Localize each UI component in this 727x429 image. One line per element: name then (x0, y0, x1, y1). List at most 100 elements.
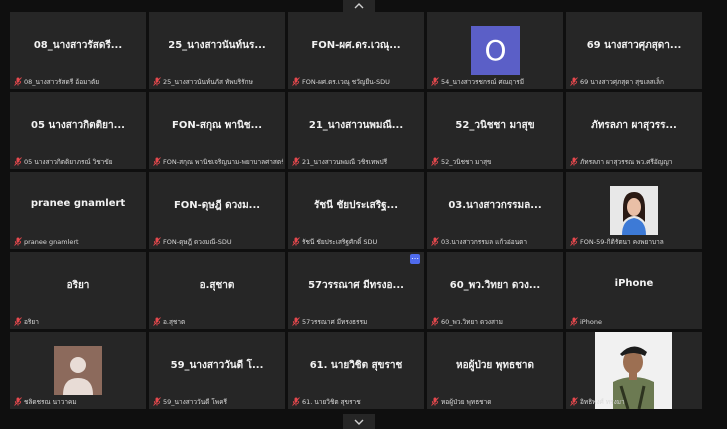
tile-footer: 25_นางสาวนันท์นภัส ทัพบริรักษ (153, 76, 283, 87)
participant-tile[interactable]: 60_พว.วิทยา ดวง... 60_พว.วิทยา ดวงสาม (427, 252, 563, 329)
participant-tile[interactable]: 52_วนิชชา มาสุข 52_วนิชชา มาสุข (427, 92, 563, 169)
mic-off-icon (153, 157, 161, 166)
tile-footer: 05 นางสาวกิตติยาภรณ์ วิชาขัย (14, 156, 144, 167)
participant-tile[interactable]: 03.นางสาวกรรมล... 03.นางสาวกรรมล แก้วอ่อน… (427, 172, 563, 249)
participant-tile[interactable]: FON-สกุณ พานิช... FON-สกุณ พานิชเจริญนาม-… (149, 92, 285, 169)
more-options-button[interactable]: ⋯ (410, 254, 420, 264)
tile-footer: อริยา (14, 316, 144, 327)
participant-tile[interactable]: 69 นางสาวศุภสุดา... 69 นางสาวศุภสุดา สุขเ… (566, 12, 702, 89)
participant-tile[interactable]: 05 นางสาวกิตติยา... 05 นางสาวกิตติยาภรณ์ … (10, 92, 146, 169)
mic-off-icon (153, 317, 161, 326)
chevron-down-icon (354, 419, 364, 425)
mic-off-icon (570, 77, 578, 86)
tile-footer: FON-ผศ.ดร.เวณุ ชวัญยืน-SDU (292, 76, 422, 87)
participant-label: FON-59-กิติรัตนา คงพยาบาล (580, 237, 664, 246)
tile-footer: iPhone (570, 316, 700, 327)
participant-name: อริยา (66, 280, 90, 291)
participant-tile[interactable]: ชลิดชรณ นาวาคม (10, 332, 146, 409)
tile-footer: 59_นางสาววันดี โพครี (153, 396, 283, 407)
avatar-initial: O (471, 26, 520, 75)
participant-tile[interactable]: รัชนี ชัยประเสริฐ... รัชนี ชัยประเสริฐศัก… (288, 172, 424, 249)
mic-off-icon (14, 397, 22, 406)
mic-off-icon (292, 237, 300, 246)
participant-name: รัชนี ชัยประเสริฐ... (313, 200, 399, 211)
mic-off-icon (153, 237, 161, 246)
participant-tile[interactable]: FON-59-กิติรัตนา คงพยาบาล (566, 172, 702, 249)
participant-tile[interactable]: O 54_นางสาวรชกรณ์ ศณฤารมี (427, 12, 563, 89)
tile-footer: 21_นางสาวนพมณี วชิรเทพปรี (292, 156, 422, 167)
participant-tile[interactable]: หอผู้ป่วย พุทธชาด หอผู้ป่วย พุทธชาด (427, 332, 563, 409)
participant-name: 08_นางสาวรัสดรี... (33, 40, 123, 51)
tile-footer: 69 นางสาวศุภสุดา สุขเลสเล็ก (570, 76, 700, 87)
participant-label: อิทธิพงศ์ ทรงมา (580, 397, 625, 406)
participant-label: 52_วนิชชา มาสุข (441, 157, 492, 166)
scroll-down-button[interactable] (343, 414, 375, 429)
participant-tile[interactable]: pranee gnamlert pranee gnamlert (10, 172, 146, 249)
participant-tile[interactable]: FON-ผศ.ดร.เวณุ... FON-ผศ.ดร.เวณุ ชวัญยืน-… (288, 12, 424, 89)
participant-label: ชลิดชรณ นาวาคม (24, 397, 77, 406)
participant-tile[interactable]: อิทธิพงศ์ ทรงมา (566, 332, 702, 409)
tile-footer: FON-59-กิติรัตนา คงพยาบาล (570, 236, 700, 247)
tile-footer: 61. นายวิชิต สุขราช (292, 396, 422, 407)
mic-off-icon (292, 157, 300, 166)
participant-label: อ.สุชาต (163, 317, 186, 326)
tile-footer: รัชนี ชัยประเสริฐศักดิ์ SDU (292, 236, 422, 247)
participant-name: 05 นางสาวกิตติยา... (31, 120, 125, 131)
mic-off-icon (570, 157, 578, 166)
tile-footer: 60_พว.วิทยา ดวงสาม (431, 316, 561, 327)
mic-off-icon (570, 397, 578, 406)
scroll-up-button[interactable] (343, 0, 375, 12)
participant-name: FON-สกุณ พานิช... (172, 120, 262, 131)
tile-footer: FON-สกุณ พานิชเจริญนาม-พยาบาลศาสตร์ (153, 156, 283, 167)
mic-off-icon (431, 77, 439, 86)
participant-name: หอผู้ป่วย พุทธชาด (456, 360, 534, 371)
participant-label: FON-ดุษฎี ดวงมณี-SDU (163, 237, 232, 246)
mic-off-icon (431, 317, 439, 326)
participant-label: FON-ผศ.ดร.เวณุ ชวัญยืน-SDU (302, 77, 390, 86)
mic-off-icon (14, 157, 22, 166)
participant-label: 08_นางสาวรัสดรี อ้อมาตัย (24, 77, 100, 86)
tile-footer: 08_นางสาวรัสดรี อ้อมาตัย (14, 76, 144, 87)
mic-off-icon (431, 237, 439, 246)
participant-label: 69 นางสาวศุภสุดา สุขเลสเล็ก (580, 77, 664, 86)
participant-tile[interactable]: 25_นางสาวนันท์นร... 25_นางสาวนันท์นภัส ทั… (149, 12, 285, 89)
mic-off-icon (431, 397, 439, 406)
participant-tile[interactable]: 21_นางสาวนพมณี... 21_นางสาวนพมณี วชิรเทพป… (288, 92, 424, 169)
tile-footer: อิทธิพงศ์ ทรงมา (570, 396, 700, 407)
participant-tile[interactable]: อริยา อริยา (10, 252, 146, 329)
participant-photo (610, 186, 658, 235)
participant-tile[interactable]: FON-ดุษฎี ดวงม... FON-ดุษฎี ดวงมณี-SDU (149, 172, 285, 249)
participant-name: ภัทรลภา ผาสุวรร... (591, 120, 677, 131)
participant-tile[interactable]: 59_นางสาววันดี โ... 59_นางสาววันดี โพครี (149, 332, 285, 409)
participant-tile[interactable]: 61. นายวิชิต สุขราช 61. นายวิชิต สุขราช (288, 332, 424, 409)
mic-off-icon (14, 77, 22, 86)
mic-off-icon (153, 397, 161, 406)
default-avatar-icon (54, 346, 102, 395)
tile-footer: ชลิดชรณ นาวาคม (14, 396, 144, 407)
mic-off-icon (570, 317, 578, 326)
participant-label: FON-สกุณ พานิชเจริญนาม-พยาบาลศาสตร์ (163, 157, 283, 166)
tile-footer: 57วรรณาศ มีทรงธรรม (292, 316, 422, 327)
participant-name: 60_พว.วิทยา ดวง... (449, 280, 541, 291)
participant-tile[interactable]: อ.สุชาต อ.สุชาต (149, 252, 285, 329)
participant-tile[interactable]: iPhone iPhone (566, 252, 702, 329)
tile-footer: 54_นางสาวรชกรณ์ ศณฤารมี (431, 76, 561, 87)
participant-label: 57วรรณาศ มีทรงธรรม (302, 317, 368, 326)
participant-tile[interactable]: 08_นางสาวรัสดรี... 08_นางสาวรัสดรี อ้อมาต… (10, 12, 146, 89)
participant-name: pranee gnamlert (30, 198, 126, 209)
participant-name: iPhone (614, 278, 654, 289)
participant-tile[interactable]: ภัทรลภา ผาสุวรร... ภัทรลภา ผาสุวรรณ พว.ศร… (566, 92, 702, 169)
participant-label: 03.นางสาวกรรมล แก้วอ่อนตา (441, 237, 528, 246)
participant-grid: 08_นางสาวรัสดรี... 08_นางสาวรัสดรี อ้อมาต… (10, 12, 710, 412)
participant-tile[interactable]: 57วรรณาศ มีทรงอ... ⋯ 57วรรณาศ มีทรงธรรม (288, 252, 424, 329)
mic-off-icon (292, 317, 300, 326)
participant-label: อริยา (24, 317, 39, 326)
chevron-up-icon (354, 3, 364, 9)
mic-off-icon (431, 157, 439, 166)
tile-footer: FON-ดุษฎี ดวงมณี-SDU (153, 236, 283, 247)
participant-label: 25_นางสาวนันท์นภัส ทัพบริรักษ (163, 77, 253, 86)
tile-footer: 52_วนิชชา มาสุข (431, 156, 561, 167)
tile-footer: หอผู้ป่วย พุทธชาด (431, 396, 561, 407)
participant-name: FON-ดุษฎี ดวงม... (173, 200, 261, 211)
participant-label: 60_พว.วิทยา ดวงสาม (441, 317, 503, 326)
